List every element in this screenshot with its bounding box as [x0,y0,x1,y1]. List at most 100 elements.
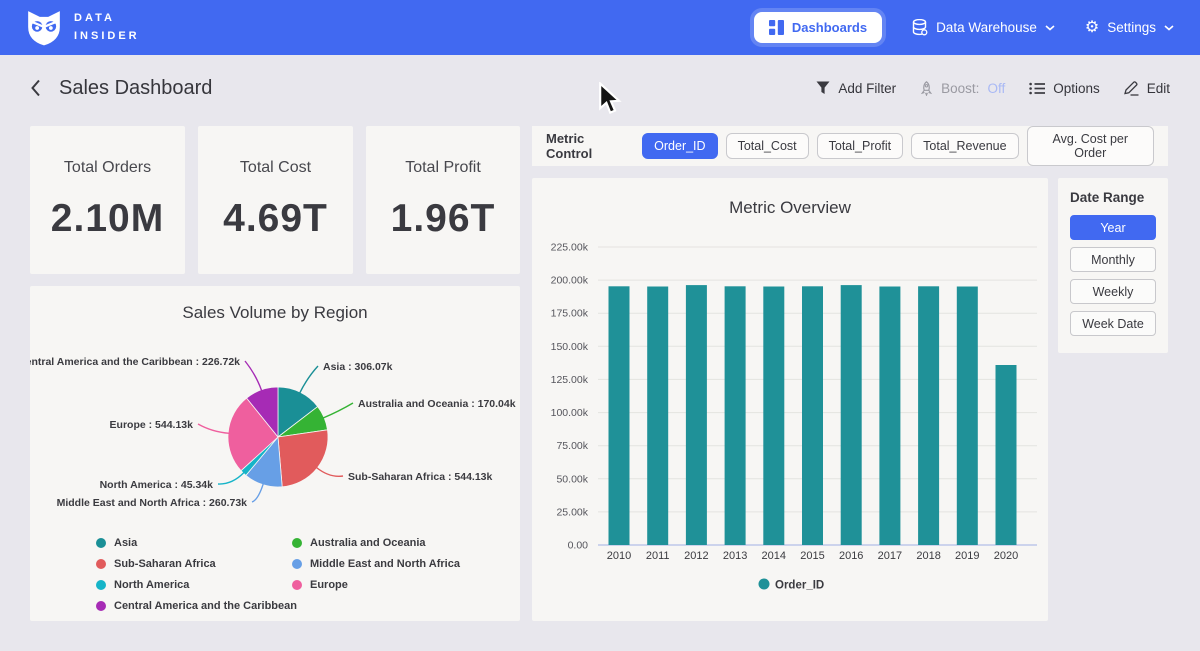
bar-2017[interactable] [879,287,900,546]
bar-2012[interactable] [686,285,707,545]
x-tick-label: 2018 [916,550,940,562]
kpi-label: Total Profit [405,159,481,177]
pencil-icon [1124,81,1139,96]
kpi-value: 4.69T [223,197,328,241]
database-search-icon [912,19,928,36]
add-filter-button[interactable]: Add Filter [816,81,896,96]
options-button[interactable]: Options [1029,81,1100,96]
date-range-week-date-button[interactable]: Week Date [1070,311,1156,336]
x-tick-label: 2014 [762,550,786,562]
legend-label: Asia [114,537,137,549]
pie-chart-title: Sales Volume by Region [30,286,520,323]
y-tick-label: 125.00k [551,374,589,386]
bar-2011[interactable] [647,287,668,546]
chevron-left-icon [30,79,41,97]
legend-item[interactable]: Asia [96,532,268,553]
add-filter-label: Add Filter [838,81,896,96]
y-tick-label: 175.00k [551,308,589,320]
legend-label: Europe [310,579,348,591]
bar-2018[interactable] [918,286,939,545]
brand-logo[interactable]: DATA INSIDER [26,9,140,47]
x-tick-label: 2017 [878,550,902,562]
pie-leader-line [323,403,353,418]
pie-slice-label: Australia and Oceania : 170.04k [358,398,516,410]
pie-leader-line [316,468,343,477]
bar-2014[interactable] [763,287,784,546]
legend-item[interactable]: North America [96,574,268,595]
page-title: Sales Dashboard [59,77,212,100]
gear-icon: ⚙ [1085,20,1099,36]
mouse-cursor [598,82,624,116]
bar-2019[interactable] [957,287,978,546]
kpi-card-total-profit: Total Profit 1.96T [366,126,520,274]
x-tick-label: 2010 [607,550,631,562]
legend-label: Sub-Saharan Africa [114,558,216,570]
top-navbar: DATA INSIDER Dashboards D [0,0,1200,55]
legend-item[interactable]: Australia and Oceania [292,532,460,553]
bar-2015[interactable] [802,286,823,545]
date-range-monthly-button[interactable]: Monthly [1070,247,1156,272]
bar-2016[interactable] [841,285,862,545]
metric-chip-total-revenue[interactable]: Total_Revenue [911,133,1018,159]
dashboards-button[interactable]: Dashboards [754,12,882,43]
bar-2020[interactable] [996,365,1017,545]
edit-button[interactable]: Edit [1124,81,1170,96]
legend-item[interactable]: Sub-Saharan Africa [96,553,268,574]
pie-chart-card: Sales Volume by Region Asia : 306.07k Aus… [30,286,520,621]
x-tick-label: 2015 [800,550,824,562]
metric-chip-total-profit[interactable]: Total_Profit [817,133,904,159]
kpi-card-total-orders: Total Orders 2.10M [30,126,185,274]
date-range-year-button[interactable]: Year [1070,215,1156,240]
metric-control-label: Metric Control [546,131,628,161]
boost-toggle[interactable]: Boost: Off [920,81,1005,96]
pie-slice[interactable] [278,430,328,487]
data-warehouse-menu[interactable]: Data Warehouse [912,19,1055,36]
y-tick-label: 100.00k [551,407,589,419]
metric-chip-order-id[interactable]: Order_ID [642,133,717,159]
y-tick-label: 50.00k [556,473,588,485]
edit-label: Edit [1147,81,1170,96]
rocket-icon [920,81,933,96]
metric-chip-total-cost[interactable]: Total_Cost [726,133,809,159]
bar-chart-card: Metric Overview 0.0025.00k50.00k75.00k10… [532,178,1048,621]
x-tick-label: 2013 [723,550,747,562]
date-range-weekly-button[interactable]: Weekly [1070,279,1156,304]
pie-slice-label: Middle East and North Africa : 260.73k [57,497,248,509]
y-tick-label: 225.00k [551,242,589,254]
legend-dot [292,538,302,548]
bar-chart-title: Metric Overview [532,178,1048,218]
pie-leader-line [198,424,229,433]
kpi-label: Total Cost [240,159,311,177]
bar-legend-dot [759,579,770,590]
bar-2013[interactable] [725,286,746,545]
pie-chart: Asia : 306.07k Australia and Oceania : 17… [30,332,520,532]
legend-item[interactable]: Central America and the Caribbean [96,595,268,616]
metric-chip-avg-cost-per-order[interactable]: Avg. Cost per Order [1027,126,1154,166]
kpi-label: Total Orders [64,159,151,177]
legend-item[interactable]: Middle East and North Africa [292,553,460,574]
legend-label: North America [114,579,189,591]
legend-dot [292,559,302,569]
x-tick-label: 2011 [646,550,670,562]
legend-dot [292,580,302,590]
legend-item[interactable]: Europe [292,574,460,595]
y-tick-label: 200.00k [551,275,589,287]
kpi-value: 2.10M [51,197,164,241]
funnel-icon [816,81,830,95]
x-tick-label: 2016 [839,550,863,562]
kpi-value: 1.96T [391,197,496,241]
pie-slice-label: Central America and the Caribbean : 226.… [30,356,240,368]
bar-2010[interactable] [609,286,630,545]
pie-slice-label: Asia : 306.07k [323,361,393,373]
grid-layout-icon [769,20,784,35]
bulleted-list-icon [1029,82,1045,95]
legend-dot [96,601,106,611]
y-tick-label: 25.00k [556,506,588,518]
settings-menu[interactable]: ⚙ Settings [1085,20,1174,36]
x-tick-label: 2012 [684,550,708,562]
back-button[interactable] [30,79,41,97]
brand-name: DATA INSIDER [74,10,140,44]
y-tick-label: 0.00 [568,540,589,552]
chevron-down-icon [1045,25,1055,31]
y-tick-label: 150.00k [551,341,589,353]
